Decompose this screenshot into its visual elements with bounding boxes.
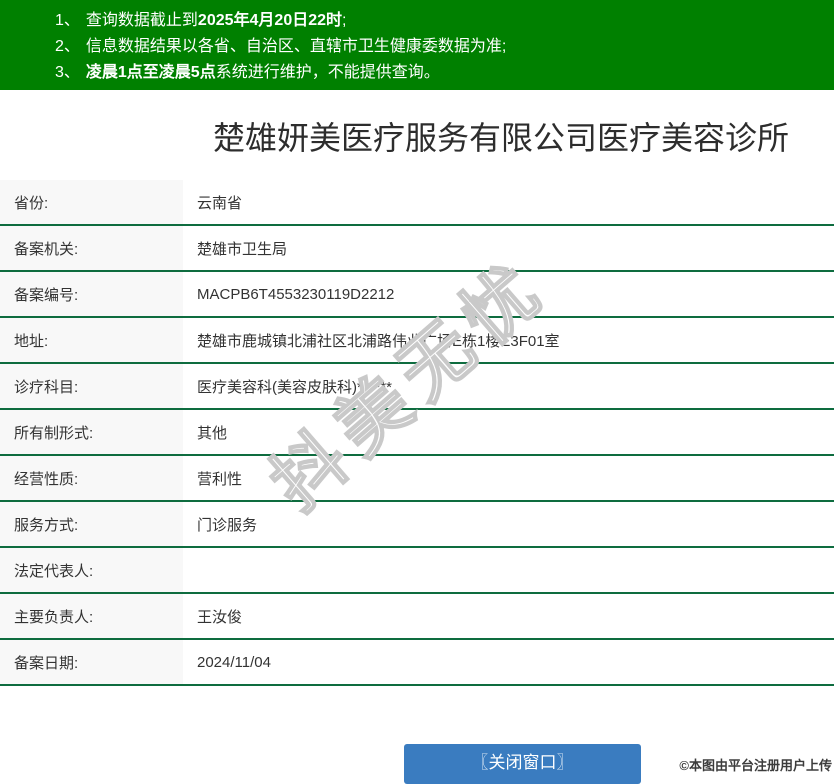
notice-number: 3、 <box>55 64 80 81</box>
row-label: 诊疗科目: <box>0 364 183 408</box>
row-value: MACPB6T4553230119D2212 <box>183 272 834 316</box>
table-row-ownership-form: 所有制形式: 其他 <box>0 410 834 456</box>
notice-text: ; <box>342 12 346 29</box>
notice-line-1: 1、查询数据截止到2025年4月20日22时; <box>55 8 824 34</box>
row-value: 2024/11/04 <box>183 640 834 684</box>
row-value: 楚雄市卫生局 <box>183 226 834 270</box>
table-row-province: 省份: 云南省 <box>0 180 834 226</box>
uploader-copyright-stamp: ©本图由平台注册用户上传 <box>679 755 832 774</box>
row-label: 地址: <box>0 318 183 362</box>
row-label: 主要负责人: <box>0 594 183 638</box>
notice-text: 信息数据结果以各省、自治区、直辖市卫生健康委数据为准; <box>86 38 506 55</box>
page-title: 楚雄妍美医疗服务有限公司医疗美容诊所 <box>213 116 834 160</box>
notice-text: 系统进行维护，不能提供查询。 <box>216 64 440 81</box>
row-label: 所有制形式: <box>0 410 183 454</box>
table-row-address: 地址: 楚雄市鹿城镇北浦社区北浦路伟业广场E栋1楼E3F01室 <box>0 318 834 364</box>
table-row-service-mode: 服务方式: 门诊服务 <box>0 502 834 548</box>
notice-number: 1、 <box>55 12 80 29</box>
notice-text-bold: 2025年4月20日22时 <box>198 12 342 29</box>
notice-number: 2、 <box>55 38 80 55</box>
notice-line-2: 2、信息数据结果以各省、自治区、直辖市卫生健康委数据为准; <box>55 34 824 60</box>
row-label: 省份: <box>0 180 183 224</box>
row-label: 法定代表人: <box>0 548 183 592</box>
row-value: 楚雄市鹿城镇北浦社区北浦路伟业广场E栋1楼E3F01室 <box>183 318 834 362</box>
table-row-filing-authority: 备案机关: 楚雄市卫生局 <box>0 226 834 272</box>
row-label: 备案编号: <box>0 272 183 316</box>
row-value: 门诊服务 <box>183 502 834 546</box>
row-label: 服务方式: <box>0 502 183 546</box>
table-row-treatment-subjects: 诊疗科目: 医疗美容科(美容皮肤科)****** <box>0 364 834 410</box>
row-label: 备案机关: <box>0 226 183 270</box>
table-row-main-person-in-charge: 主要负责人: 王汝俊 <box>0 594 834 640</box>
row-value: 医疗美容科(美容皮肤科)****** <box>183 364 834 408</box>
notice-line-3: 3、凌晨1点至凌晨5点系统进行维护，不能提供查询。 <box>55 60 824 86</box>
notice-header: 1、查询数据截止到2025年4月20日22时; 2、信息数据结果以各省、自治区、… <box>0 0 834 90</box>
row-value <box>183 548 834 592</box>
notice-text: 查询数据截止到 <box>86 12 198 29</box>
row-value: 云南省 <box>183 180 834 224</box>
table-row-filing-date: 备案日期: 2024/11/04 <box>0 640 834 686</box>
table-row-filing-number: 备案编号: MACPB6T4553230119D2212 <box>0 272 834 318</box>
row-value: 其他 <box>183 410 834 454</box>
row-label: 经营性质: <box>0 456 183 500</box>
record-table: 省份: 云南省 备案机关: 楚雄市卫生局 备案编号: MACPB6T455323… <box>0 180 834 686</box>
row-value: 营利性 <box>183 456 834 500</box>
close-window-button[interactable]: 〖关闭窗口〗 <box>404 744 641 784</box>
notice-text-bold: 凌晨1点至凌晨5点 <box>86 64 216 81</box>
table-row-legal-representative: 法定代表人: <box>0 548 834 594</box>
row-label: 备案日期: <box>0 640 183 684</box>
table-row-business-nature: 经营性质: 营利性 <box>0 456 834 502</box>
row-value: 王汝俊 <box>183 594 834 638</box>
